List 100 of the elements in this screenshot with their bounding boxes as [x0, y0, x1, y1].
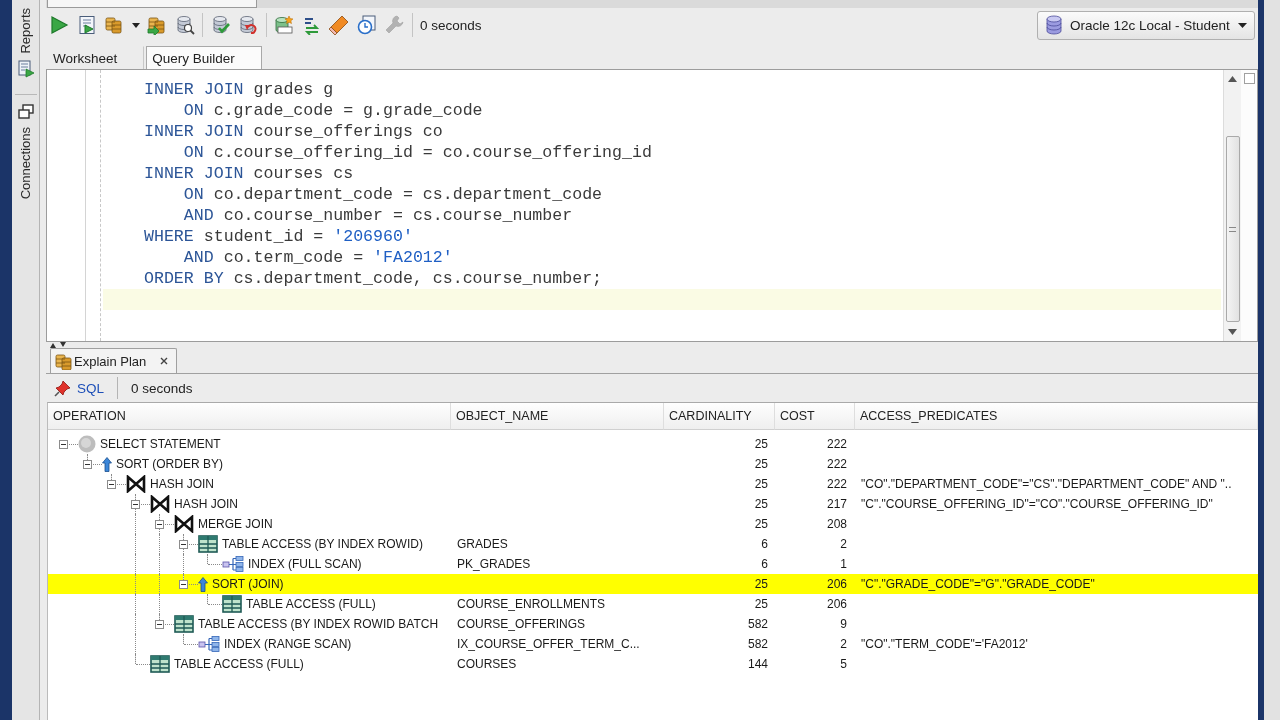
collapse-icon[interactable]: [59, 440, 68, 449]
dropdown-caret-icon[interactable]: [131, 22, 140, 28]
object-name: IX_COURSE_OFFER_TERM_C...: [457, 637, 640, 651]
database-check-icon[interactable]: [210, 15, 231, 35]
table-grid-icon: [198, 535, 218, 553]
cardinality-value: 25: [754, 497, 768, 511]
database-undo-icon[interactable]: [238, 15, 258, 35]
plan-row[interactable]: HASH JOIN 25 217 "C"."COURSE_OFFERING_ID"="CO"."COURSE_OFFERING_ID": [48, 494, 1258, 514]
column-header[interactable]: COST: [775, 403, 855, 430]
close-icon[interactable]: [160, 357, 169, 365]
column-header[interactable]: CARDINALITY: [664, 403, 775, 430]
object-name: GRADES: [457, 537, 508, 551]
cost-value: 222: [826, 437, 847, 451]
code-line: ON c.grade_code = g.grade_code: [182, 100, 484, 121]
plan-row[interactable]: TABLE ACCESS (FULL) COURSE_ENROLLMENTS 25 206: [48, 594, 1258, 614]
play-icon[interactable]: [49, 15, 69, 35]
bowtie-icon: [126, 475, 146, 493]
operation-name: MERGE JOIN: [198, 517, 273, 531]
plan-row[interactable]: SORT (ORDER BY) 25 222: [48, 454, 1258, 474]
cost-value: 2: [840, 637, 847, 651]
column-header[interactable]: ACCESS_PREDICATES: [855, 403, 1258, 430]
editor-tab[interactable]: [47, 0, 257, 8]
cost-value: 222: [826, 477, 847, 491]
scroll-down-icon[interactable]: [1228, 329, 1237, 335]
cardinality-value: 25: [754, 577, 768, 591]
square-icon[interactable]: [1243, 73, 1255, 84]
pushpin-icon[interactable]: [54, 379, 72, 397]
access-predicate: "C"."COURSE_OFFERING_ID"="CO"."COURSE_OFFERING_ID": [861, 497, 1213, 511]
squares-icon[interactable]: [16, 102, 35, 121]
index-tree-icon: [198, 636, 220, 652]
code-line: ON c.course_offering_id = co.course_offering_id: [182, 142, 653, 163]
database-arrow-icon[interactable]: [147, 15, 167, 35]
scroll-up-icon[interactable]: [1228, 76, 1237, 82]
plan-row[interactable]: MERGE JOIN 25 208: [48, 514, 1258, 534]
collapse-icon[interactable]: [179, 580, 188, 589]
cardinality-value: 25: [754, 597, 768, 611]
up-arrow-icon: [198, 576, 208, 592]
column-header[interactable]: OPERATION: [48, 403, 451, 430]
plan-row[interactable]: SELECT STATEMENT 25 222: [48, 434, 1258, 454]
object-name: PK_GRADES: [457, 557, 531, 571]
database-star-icon[interactable]: [274, 15, 294, 35]
operation-name: SORT (ORDER BY): [116, 457, 223, 471]
plan-row[interactable]: INDEX (RANGE SCAN) IX_COURSE_OFFER_TERM_C... 582 2 "CO"."TERM_CODE"='FA2012': [48, 634, 1258, 654]
object-name: COURSES: [457, 657, 517, 671]
operation-name: HASH JOIN: [150, 477, 214, 491]
operation-name: SORT (JOIN): [212, 577, 284, 591]
cardinality-value: 6: [761, 537, 768, 551]
collapse-icon[interactable]: [179, 540, 188, 549]
splitter-arrows-icon[interactable]: [50, 342, 66, 348]
access-predicate: "C"."GRADE_CODE"="G"."GRADE_CODE": [861, 577, 1095, 591]
collapse-icon[interactable]: [155, 520, 164, 529]
bowtie-icon: [150, 495, 170, 513]
cost-value: 9: [840, 617, 847, 631]
explain-plan-tab[interactable]: Explain Plan: [50, 348, 178, 373]
connection-dropdown[interactable]: Oracle 12c Local - Student: [1037, 10, 1255, 40]
operation-name: SELECT STATEMENT: [100, 437, 221, 451]
operation-name: TABLE ACCESS (BY INDEX ROWID BATCH: [198, 617, 439, 631]
elapsed-time: 0 seconds: [420, 17, 482, 33]
plan-row[interactable]: TABLE ACCESS (FULL) COURSES 144 5: [48, 654, 1258, 674]
code-line: INNER JOIN grades g: [143, 79, 335, 100]
object-name: COURSE_ENROLLMENTS: [457, 597, 606, 611]
code-line: AND co.term_code = 'FA2012': [182, 247, 454, 268]
plan-row[interactable]: TABLE ACCESS (BY INDEX ROWID BATCH COURSE_OFFERINGS 582 9: [48, 614, 1258, 634]
report-icon[interactable]: [16, 59, 35, 78]
database-search-icon[interactable]: [174, 15, 195, 35]
table-grid-icon: [222, 595, 242, 613]
access-predicate: "CO"."TERM_CODE"='FA2012': [861, 637, 1028, 651]
code-line: WHERE student_id = '206960': [143, 226, 414, 247]
cardinality-value: 25: [754, 457, 768, 471]
plan-row[interactable]: SORT (JOIN) 25 206 "C"."GRADE_CODE"="G"."GRADE_CODE": [48, 574, 1258, 594]
cost-value: 217: [826, 497, 847, 511]
operation-name: TABLE ACCESS (FULL): [246, 597, 376, 611]
sql-link[interactable]: SQL: [77, 380, 104, 396]
scrollbar-thumb[interactable]: [1225, 136, 1240, 322]
table-grid-icon: [174, 615, 194, 633]
code-line: INNER JOIN course_offerings co: [143, 121, 444, 142]
reports-tab[interactable]: Reports: [18, 8, 33, 54]
connections-tab[interactable]: Connections: [18, 126, 33, 199]
database-stack-icon[interactable]: [104, 15, 124, 35]
operation-name: TABLE ACCESS (BY INDEX ROWID): [222, 537, 423, 551]
collapse-icon[interactable]: [155, 620, 164, 629]
cardinality-value: 144: [747, 657, 768, 671]
eraser-icon[interactable]: [329, 15, 349, 35]
cost-value: 2: [840, 537, 847, 551]
script-run-icon[interactable]: [76, 15, 97, 35]
collapse-icon[interactable]: [107, 480, 116, 489]
collapse-icon[interactable]: [83, 460, 92, 469]
cardinality-value: 25: [754, 477, 768, 491]
sql-editor[interactable]: [46, 69, 1258, 342]
clock-icon[interactable]: [356, 15, 377, 35]
worksheet-tab[interactable]: Query Builder: [146, 46, 262, 69]
column-header[interactable]: OBJECT_NAME: [451, 403, 664, 430]
plan-row[interactable]: HASH JOIN 25 222 "CO"."DEPARTMENT_CODE"="CS"."DEPARTMENT_CODE" AND "..: [48, 474, 1258, 494]
database-icon: [1046, 15, 1062, 35]
dropdown-caret-icon[interactable]: [1237, 22, 1247, 28]
plan-row[interactable]: TABLE ACCESS (BY INDEX ROWID) GRADES 6 2: [48, 534, 1258, 554]
collapse-icon[interactable]: [131, 500, 140, 509]
cost-value: 206: [826, 597, 847, 611]
circle-icon: [78, 435, 96, 453]
cost-value: 222: [826, 457, 847, 471]
